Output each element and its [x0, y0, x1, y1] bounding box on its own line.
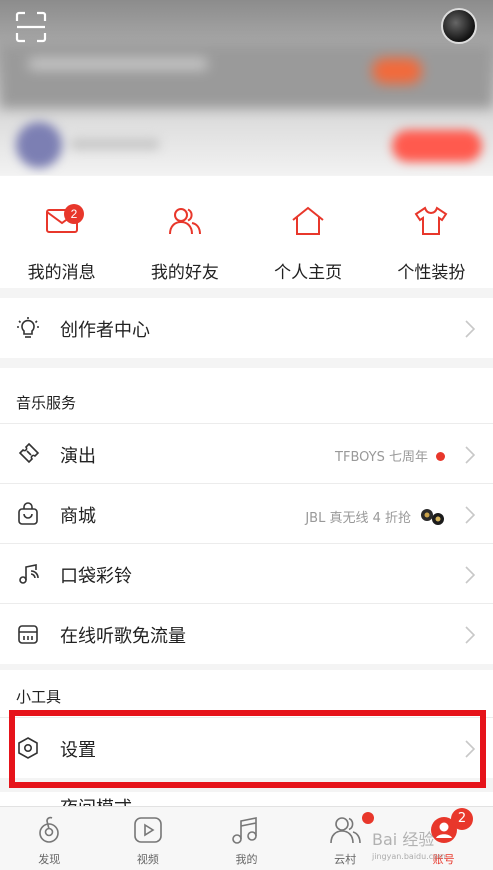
row-label: 创作者中心 — [60, 320, 150, 341]
tools-card: 小工具 设置 — [0, 670, 493, 778]
row-label: 夜间模式 — [60, 794, 132, 806]
tab-label: 视频 — [136, 853, 159, 866]
tab-account[interactable]: 账号 — [394, 807, 493, 870]
lightbulb-icon — [17, 317, 39, 338]
row-ringtone[interactable]: 口袋彩铃 — [0, 544, 493, 604]
chevron-right-icon — [465, 446, 475, 464]
quick-label: 个人主页 — [274, 263, 343, 283]
quick-actions: 2 我的消息 我的好友 个人主页 个性装扮 — [0, 176, 493, 288]
tab-label: 我的 — [235, 853, 258, 866]
quick-home[interactable]: 个人主页 — [247, 176, 370, 288]
row-hint: TFBOYS 七周年 — [335, 446, 445, 465]
tab-cloud-village[interactable]: 云村 — [296, 807, 395, 870]
ticket-icon — [18, 442, 40, 464]
avatar[interactable] — [441, 8, 477, 44]
creator-center-row[interactable]: 创作者中心 — [0, 298, 493, 358]
row-store[interactable]: 商城 JBL 真无线 4 折抢 — [0, 484, 493, 544]
tab-mine[interactable]: 我的 — [197, 807, 296, 870]
chevron-right-icon — [465, 506, 475, 524]
chevron-right-icon — [465, 566, 475, 584]
chevron-right-icon — [465, 626, 475, 644]
tab-label: 账号 — [432, 853, 455, 866]
account-badge: 2 — [451, 808, 473, 830]
discover-icon — [39, 816, 60, 843]
chevron-right-icon — [465, 740, 475, 758]
earbuds-icon — [421, 509, 444, 525]
red-dot-indicator — [436, 452, 445, 461]
section-title-text: 小工具 — [16, 688, 62, 706]
section-title: 小工具 — [0, 670, 493, 718]
row-label: 在线听歌免流量 — [60, 626, 186, 647]
tab-discover[interactable]: 发现 — [0, 807, 99, 870]
cloud-village-dot — [362, 812, 374, 824]
message-badge: 2 — [64, 204, 84, 224]
row-hint: JBL 真无线 4 折抢 — [305, 506, 445, 528]
bottom-tab-bar: 发现 视频 我的 云村 账号 — [0, 806, 493, 870]
sim-icon — [18, 625, 38, 644]
ringtone-icon — [19, 564, 39, 584]
row-settings[interactable]: 设置 — [0, 718, 493, 778]
home-icon — [292, 206, 324, 235]
tab-label: 发现 — [38, 853, 61, 866]
profile-header — [0, 0, 493, 175]
music-services-card: 音乐服务 演出 TFBOYS 七周年 商城 JBL 真无线 4 折抢 口袋彩铃 … — [0, 368, 493, 664]
row-night-mode[interactable]: 夜间模式 — [0, 792, 493, 806]
row-free-data[interactable]: 在线听歌免流量 — [0, 604, 493, 664]
tshirt-icon — [414, 206, 448, 235]
chevron-right-icon — [465, 320, 475, 338]
creator-card: 创作者中心 — [0, 298, 493, 358]
settings-icon — [18, 737, 38, 759]
row-shows[interactable]: 演出 TFBOYS 七周年 — [0, 424, 493, 484]
section-title-text: 音乐服务 — [16, 394, 77, 412]
cloud-village-icon — [330, 817, 361, 844]
row-label: 商城 — [60, 506, 96, 527]
quick-label: 个性装扮 — [397, 263, 466, 283]
row-label: 演出 — [60, 446, 96, 467]
tab-label: 云村 — [334, 853, 357, 866]
bag-icon — [18, 502, 38, 525]
friends-icon — [168, 208, 201, 235]
music-note-icon — [232, 817, 258, 844]
section-title: 音乐服务 — [0, 368, 493, 424]
quick-label: 我的消息 — [27, 263, 96, 283]
scan-icon[interactable] — [14, 10, 48, 44]
vip-banner[interactable] — [0, 44, 493, 108]
video-icon — [134, 817, 162, 843]
tab-video[interactable]: 视频 — [99, 807, 198, 870]
quick-messages[interactable]: 2 我的消息 — [0, 176, 123, 288]
user-card[interactable] — [10, 120, 490, 170]
quick-dressup[interactable]: 个性装扮 — [370, 176, 493, 288]
row-label: 设置 — [60, 740, 96, 761]
quick-friends[interactable]: 我的好友 — [123, 176, 246, 288]
row-label: 口袋彩铃 — [60, 566, 132, 587]
quick-label: 我的好友 — [150, 263, 219, 283]
